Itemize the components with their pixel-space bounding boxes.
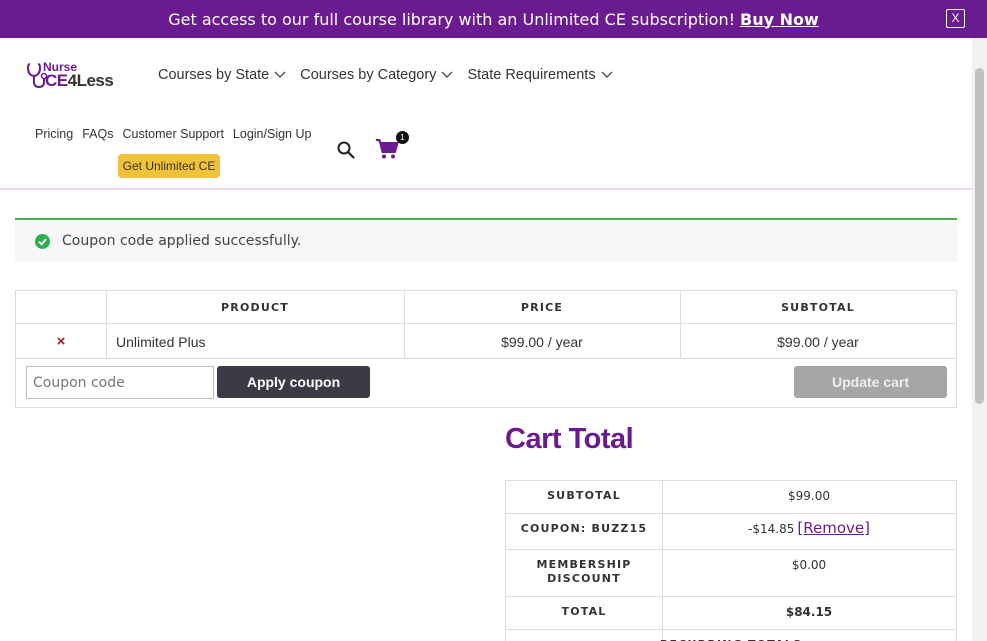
cart-table: PRODUCT PRICE SUBTOTAL × Unlimited Plus … — [15, 290, 957, 408]
totals-row-coupon: COUPON: BUZZ15 -$14.85 [Remove] — [506, 514, 956, 550]
chevron-down-icon — [441, 71, 453, 79]
nav-pricing[interactable]: Pricing — [35, 127, 73, 141]
col-product: PRODUCT — [221, 301, 289, 314]
nav-label: Courses by State — [158, 67, 270, 83]
update-cart-button[interactable]: Update cart — [794, 366, 947, 398]
nav-label: Courses by Category — [300, 67, 437, 83]
product-subtotal: $99.00 / year — [777, 333, 859, 350]
main-nav: Courses by State Courses by Category Sta… — [158, 67, 613, 83]
logo[interactable]: Nurse CE4Less — [27, 60, 119, 92]
search-icon[interactable] — [337, 141, 355, 159]
totals-value: $99.00 — [788, 489, 830, 503]
promo-banner: Get access to our full course library wi… — [0, 0, 987, 38]
logo-line2: CE4Less — [45, 71, 114, 91]
chevron-down-icon — [274, 71, 286, 79]
get-unlimited-ce-button[interactable]: Get Unlimited CE — [118, 154, 220, 178]
logo-4less: 4Less — [67, 71, 114, 90]
totals-row-recurring: RECURRING TOTALS — [506, 630, 956, 641]
coupon-discount-value: -$14.85 — [748, 522, 795, 536]
promo-text: Get access to our full course library wi… — [168, 9, 736, 29]
page-scrollbar[interactable] — [972, 38, 987, 641]
nav-login-signup[interactable]: Login/Sign Up — [233, 127, 312, 141]
table-row: × Unlimited Plus $99.00 / year $99.00 / … — [16, 324, 956, 359]
logo-ce: CE — [45, 71, 68, 90]
product-price: $99.00 / year — [501, 333, 583, 350]
cart-total-title: Cart Total — [505, 423, 634, 455]
totals-label: MEMBERSHIP DISCOUNT — [536, 558, 632, 585]
totals-label: RECURRING TOTALS — [506, 630, 956, 641]
remove-item-icon[interactable]: × — [16, 324, 106, 359]
coupon-code-input[interactable] — [26, 366, 214, 399]
cart-icon[interactable] — [375, 138, 399, 160]
product-name[interactable]: Unlimited Plus — [106, 324, 404, 359]
buy-now-link[interactable]: Buy Now — [740, 10, 819, 29]
chevron-down-icon — [601, 71, 613, 79]
nav-label: State Requirements — [467, 67, 596, 83]
totals-row-subtotal: SUBTOTAL $99.00 — [506, 481, 956, 514]
totals-value: -$14.85 [Remove] — [662, 514, 956, 549]
col-subtotal: SUBTOTAL — [781, 301, 855, 314]
totals-value: $0.00 — [791, 558, 827, 572]
cart-totals-table: SUBTOTAL $99.00 COUPON: BUZZ15 -$14.85 [… — [505, 480, 957, 641]
totals-label: COUPON: BUZZ15 — [520, 522, 648, 535]
cart-table-header: PRODUCT PRICE SUBTOTAL — [16, 291, 956, 324]
apply-coupon-button[interactable]: Apply coupon — [217, 366, 370, 398]
success-notice: Coupon code applied successfully. — [15, 218, 957, 262]
nav-courses-by-state[interactable]: Courses by State — [158, 67, 286, 83]
totals-label: TOTAL — [561, 605, 607, 618]
nav-customer-support[interactable]: Customer Support — [122, 127, 223, 141]
totals-row-total: TOTAL $84.15 — [506, 597, 956, 630]
site-header: Nurse CE4Less Courses by State Courses b… — [0, 38, 972, 190]
remove-coupon-link[interactable]: [Remove] — [797, 519, 870, 537]
totals-label: SUBTOTAL — [547, 489, 621, 502]
col-price: PRICE — [520, 301, 564, 314]
cart-count-badge: 1 — [396, 131, 409, 144]
totals-value: $84.15 — [785, 605, 833, 619]
nav-state-requirements[interactable]: State Requirements — [467, 67, 613, 83]
check-circle-icon — [35, 233, 50, 249]
nav-courses-by-category[interactable]: Courses by Category — [300, 67, 453, 83]
notice-text: Coupon code applied successfully. — [62, 233, 302, 249]
close-icon[interactable]: X — [946, 9, 965, 28]
totals-row-membership: MEMBERSHIP DISCOUNT $0.00 — [506, 550, 956, 597]
nav-faqs[interactable]: FAQs — [82, 127, 113, 141]
scrollbar-thumb[interactable] — [975, 68, 984, 404]
secondary-nav: Pricing FAQs Customer Support Login/Sign… — [35, 127, 311, 141]
